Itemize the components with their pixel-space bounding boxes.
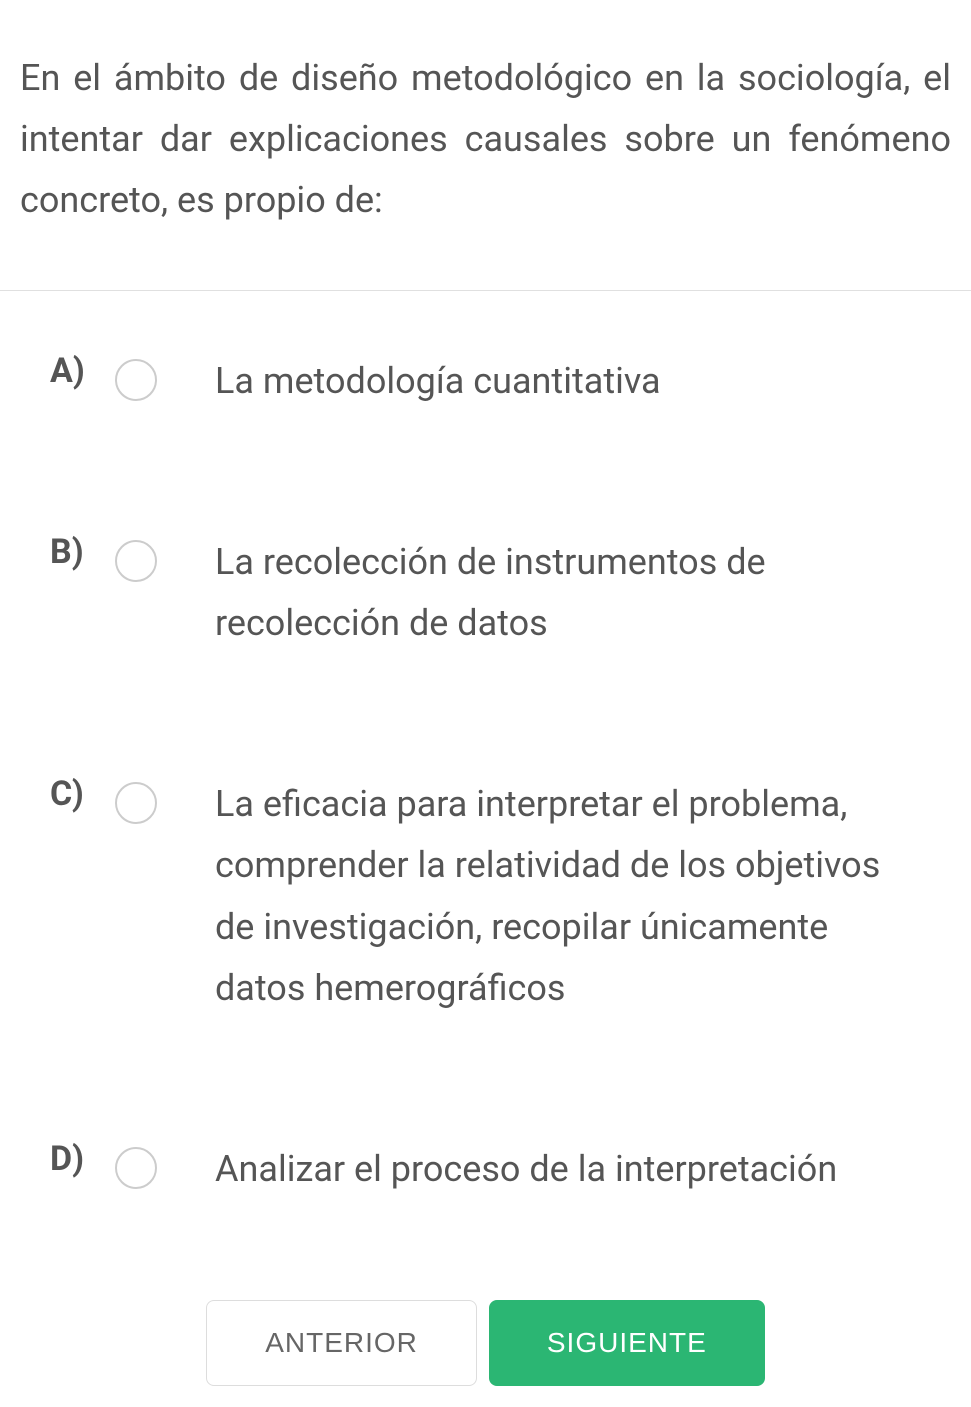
option-text-a: La metodología cuantitativa — [215, 351, 951, 412]
option-text-b: La recolección de instrumentos de recole… — [215, 532, 951, 654]
option-text-d: Analizar el proceso de la interpretación — [215, 1139, 951, 1200]
radio-wrapper-c — [115, 774, 215, 824]
radio-d[interactable] — [115, 1147, 157, 1189]
radio-c[interactable] — [115, 782, 157, 824]
option-text-c: La eficacia para interpretar el problema… — [215, 774, 951, 1019]
option-letter-a: A) — [20, 351, 115, 391]
radio-wrapper-d — [115, 1139, 215, 1189]
options-container: A) La metodología cuantitativa B) La rec… — [0, 291, 971, 1201]
buttons-container: ANTERIOR SIGUIENTE — [0, 1300, 971, 1386]
option-row-d: D) Analizar el proceso de la interpretac… — [20, 1139, 951, 1200]
option-letter-c: C) — [20, 774, 115, 814]
radio-wrapper-a — [115, 351, 215, 401]
option-row-b: B) La recolección de instrumentos de rec… — [20, 532, 951, 654]
option-letter-b: B) — [20, 532, 115, 572]
radio-a[interactable] — [115, 359, 157, 401]
radio-wrapper-b — [115, 532, 215, 582]
option-letter-d: D) — [20, 1139, 115, 1179]
option-row-c: C) La eficacia para interpretar el probl… — [20, 774, 951, 1019]
radio-b[interactable] — [115, 540, 157, 582]
next-button[interactable]: SIGUIENTE — [489, 1300, 765, 1386]
previous-button[interactable]: ANTERIOR — [206, 1300, 477, 1386]
question-text: En el ámbito de diseño metodológico en l… — [0, 0, 971, 291]
option-row-a: A) La metodología cuantitativa — [20, 351, 951, 412]
